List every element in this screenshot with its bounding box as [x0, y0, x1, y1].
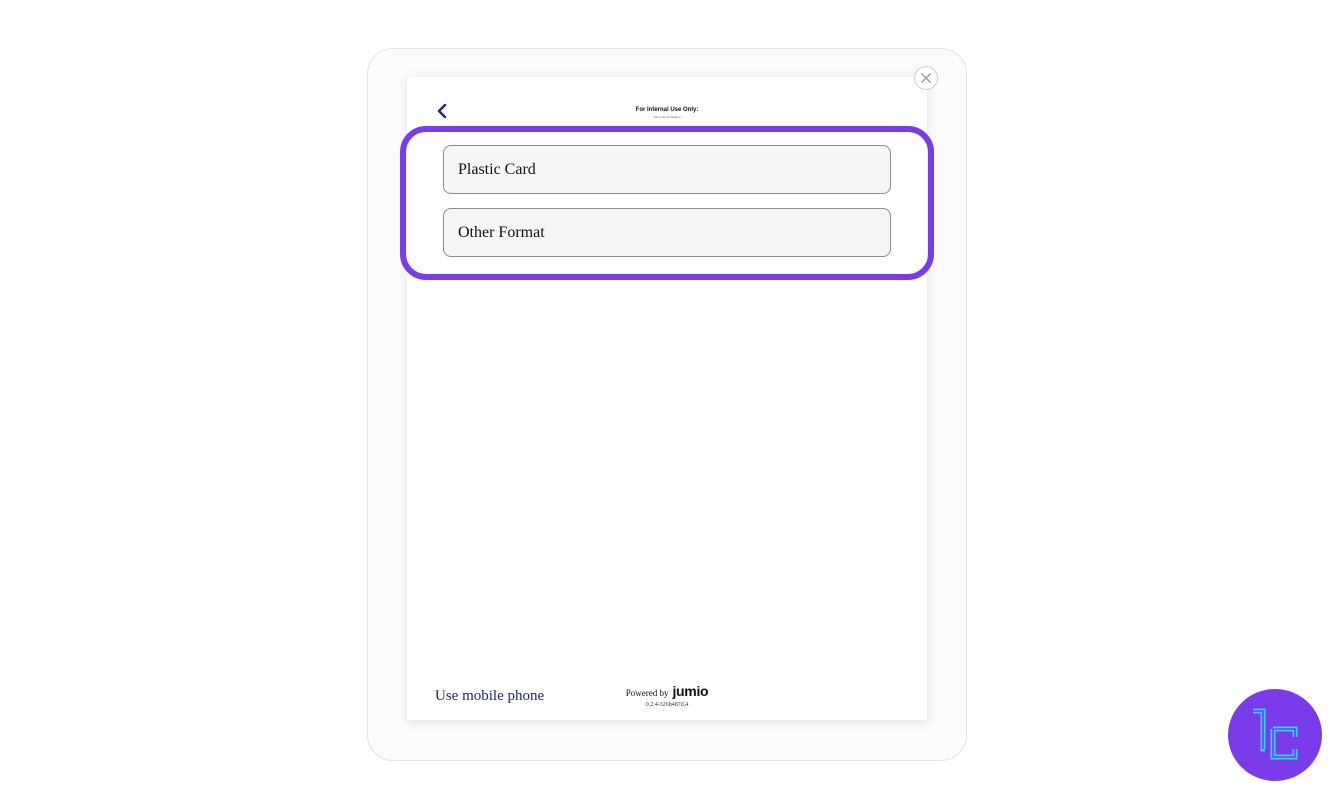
version-text: 0.2.4-326b487d.4: [645, 702, 689, 708]
internal-use-subtitle: Jumio ID verification: [653, 115, 681, 119]
chevron-left-icon: [437, 103, 447, 119]
brand-logo-icon: [1253, 708, 1298, 760]
internal-use-title: For Internal Use Only:: [635, 107, 699, 113]
back-button[interactable]: [433, 101, 453, 121]
other-format-option[interactable]: Other Format: [443, 208, 891, 257]
verification-frame: For Internal Use Only: Jumio ID verifica…: [407, 77, 927, 720]
jumio-logo: jumio: [672, 683, 709, 699]
close-icon: [921, 73, 931, 83]
use-mobile-phone-link[interactable]: Use mobile phone: [435, 688, 544, 705]
close-button[interactable]: [914, 66, 938, 90]
powered-by-label: Powered by: [625, 688, 669, 698]
powered-by: Powered by jumio: [617, 683, 717, 701]
brand-badge: [1228, 689, 1322, 781]
plastic-card-option[interactable]: Plastic Card: [443, 145, 891, 194]
